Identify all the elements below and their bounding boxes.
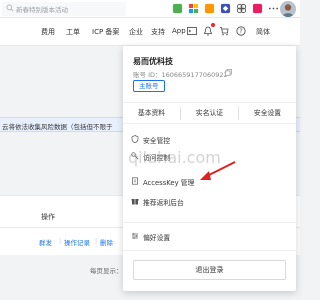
menu-item-label: AccessKey 管理	[143, 179, 195, 187]
tab-basic-info[interactable]: 基本资料	[123, 103, 180, 124]
table-header-actions: 操作	[41, 213, 55, 221]
extension-icon-3[interactable]	[204, 3, 215, 14]
action-delete[interactable]: 删除	[100, 237, 113, 247]
account-dropdown: 易而优科技 账号 ID：1606659177060922 主账号 基本资料 实名…	[123, 46, 296, 291]
extension-icon-6[interactable]	[252, 3, 263, 14]
copy-icon[interactable]	[225, 69, 232, 76]
action-separator: |	[59, 237, 62, 245]
action-log[interactable]: 操作记录	[64, 237, 90, 247]
action-separator: |	[95, 237, 98, 245]
notification-dot	[211, 23, 215, 27]
console-nav: 费用 工单 ICP 备案 企业 支持 App ? 简体	[0, 18, 300, 46]
menu-item-label: 偏好设置	[143, 234, 171, 242]
settings-icon	[131, 232, 139, 240]
nav-item-support[interactable]: 支持	[151, 27, 165, 37]
terminal-icon[interactable]	[187, 26, 197, 36]
menu-divider	[123, 222, 296, 223]
page-size-label: 每页显示：	[90, 267, 123, 275]
shield-icon	[131, 135, 139, 143]
nav-item-billing[interactable]: 费用	[41, 27, 55, 37]
tab-security[interactable]: 安全设置	[239, 103, 296, 124]
watermark: qiluhai.com	[128, 148, 221, 167]
account-id: 账号 ID：1606659177060922	[133, 71, 228, 79]
svg-text:?: ?	[239, 28, 242, 35]
language-switch[interactable]: 简体	[256, 27, 270, 37]
gift-icon	[131, 197, 139, 205]
user-name: 易而优科技	[133, 57, 173, 66]
profile-tabs: 基本资料 实名认证 安全设置	[123, 102, 296, 124]
menu-item-label: 安全管控	[143, 137, 171, 145]
tab-verification[interactable]: 实名认证	[181, 103, 238, 124]
menu-divider	[123, 250, 296, 251]
main-account-badge: 主账号	[133, 80, 165, 92]
action-mass-send[interactable]: 群发	[39, 237, 52, 247]
accesskey-icon	[131, 177, 139, 185]
extension-icon-4[interactable]	[220, 3, 231, 14]
nav-item-icp[interactable]: ICP 备案	[92, 27, 119, 37]
extension-icon-2[interactable]	[188, 3, 199, 14]
notice-text: 云将依法收集风险数据（包括但不限于	[2, 123, 113, 131]
cart-icon[interactable]	[219, 26, 229, 36]
nav-item-ticket[interactable]: 工单	[66, 27, 80, 37]
nav-item-app[interactable]: App	[172, 27, 186, 35]
logout-button[interactable]: 退出登录	[133, 260, 286, 280]
top-bar: 新春特别版本活动	[0, 0, 300, 18]
search-icon	[6, 4, 14, 12]
extension-icon-5[interactable]	[236, 3, 247, 14]
search-placeholder: 新春特别版本活动	[16, 6, 68, 14]
nav-item-enterprise[interactable]: 企业	[129, 27, 143, 37]
menu-dots-icon[interactable]	[268, 3, 279, 14]
search-input[interactable]: 新春特别版本活动	[2, 2, 126, 16]
menu-item-label: 推荐返利后台	[143, 199, 184, 207]
extension-icon-1[interactable]	[172, 3, 183, 14]
bell-icon[interactable]	[203, 26, 213, 36]
help-icon[interactable]: ?	[236, 26, 246, 36]
avatar[interactable]	[280, 1, 296, 17]
